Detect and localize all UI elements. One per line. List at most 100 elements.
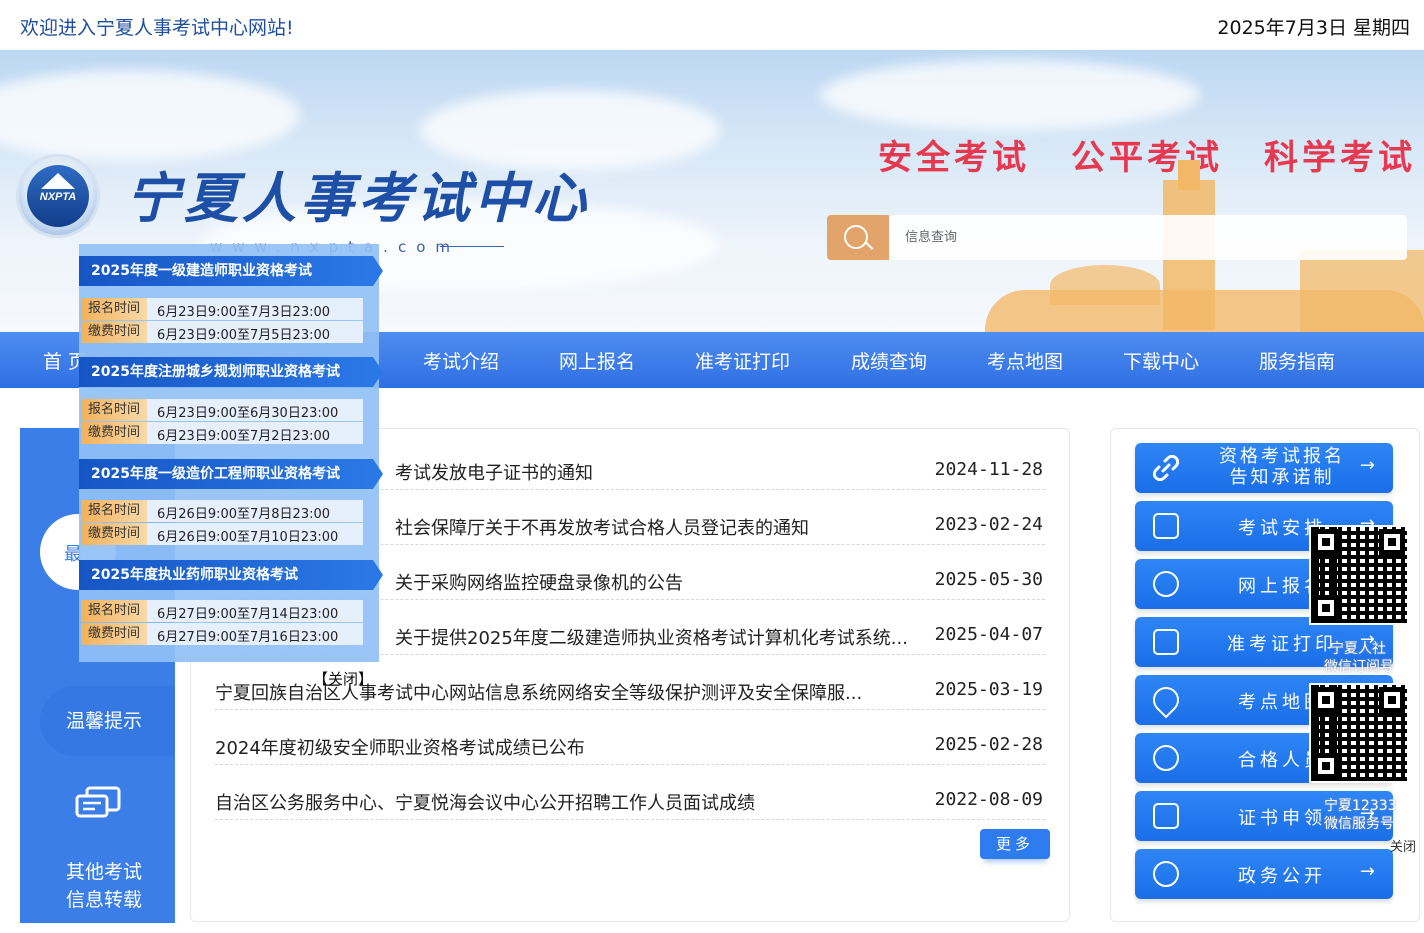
dome-illustration [1050,265,1160,305]
registration-label: 报名时间 [81,399,147,421]
registration-time: 6月23日9:00至7月3日23:00 [157,305,331,320]
qr-finder [1379,687,1405,713]
exam-title[interactable]: 2025年度一级造价工程师职业资格考试 [79,459,383,489]
qr-caption-subscription-line2: 微信订阅号 [1324,659,1394,675]
arrow-right-icon: → [1359,455,1375,476]
logo-roof-shape [41,173,75,189]
search-button[interactable] [827,215,889,260]
qr-code-wechat-subscription[interactable] [1309,525,1409,625]
registration-label: 报名时间 [81,298,147,320]
news-date: 2025-05-30 [934,569,1043,590]
news-date: 2022-08-09 [934,789,1043,810]
news-title: 考试发放电子证书的通知 [395,463,593,484]
qr-close-button[interactable]: 关闭 [1390,836,1416,855]
tab-other-exams-line2: 信息转载 [66,889,143,911]
nav-service-guide[interactable]: 服务指南 [1259,347,1335,374]
slogan-science: 科学考试 [1264,138,1416,178]
qr-code-wechat-service[interactable] [1309,683,1409,783]
news-date: 2025-02-28 [934,734,1043,755]
search-icon-handle [865,242,874,250]
refresh-document-icon [1153,861,1179,887]
tower-top-illustration [1178,160,1200,190]
qr-finder [1313,529,1339,555]
quick-link-label-line1: 资格考试报名 [1219,446,1345,467]
quick-link-government-affairs[interactable]: 政务公开 → [1135,849,1393,899]
exam-title[interactable]: 2025年度一级建造师职业资格考试 [79,256,383,286]
quick-link-registration-commitment[interactable]: 资格考试报名 告知承诺制 → [1135,443,1393,493]
top-bar: 欢迎进入宁夏人事考试中心网站! 2025年7月3日 星期四 [0,0,1424,50]
payment-time: 6月23日9:00至7月5日23:00 [157,328,331,343]
nav-download-center[interactable]: 下载中心 [1123,347,1199,374]
search-icon [844,225,868,249]
printer-icon [1153,629,1179,655]
exam-registration-row: 报名时间 6月27日9:00至7月14日23:00 [81,600,363,622]
url-divider [440,246,504,247]
news-title: 关于提供2025年度二级建造师执业资格考试计算机化考试系统... [395,628,908,649]
logo-emblem: NXPTA [27,165,89,227]
tab-other-exams[interactable]: 其他考试 信息转载 [66,858,142,914]
add-user-icon [1153,571,1179,597]
news-title: 关于采购网络监控硬盘录像机的公告 [395,573,683,594]
qr-finder [1313,753,1339,779]
qr-finder [1313,595,1339,621]
quick-link-label: 政务公开 [1238,866,1326,887]
exam-registration-row: 报名时间 6月26日9:00至7月8日23:00 [81,500,363,522]
message-icon [75,786,121,818]
more-button[interactable]: 更多 [980,829,1050,859]
registration-time: 6月27日9:00至7月14日23:00 [157,607,339,622]
news-item[interactable]: 自治区公务服务中心、宁夏悦海会议中心公开招聘工作人员面试成绩 2022-08-0… [215,765,1045,820]
welcome-text: 欢迎进入宁夏人事考试中心网站! [20,17,294,39]
exam-title[interactable]: 2025年度注册城乡规划师职业资格考试 [79,357,383,387]
exam-payment-row: 缴费时间 6月23日9:00至7月2日23:00 [81,422,363,444]
quick-link-label: 资格考试报名 告知承诺制 [1207,446,1357,488]
payment-time: 6月26日9:00至7月10日23:00 [157,530,339,545]
news-title: 自治区公务服务中心、宁夏悦海会议中心公开招聘工作人员面试成绩 [215,793,755,814]
tab-tips[interactable]: 温馨提示 [40,686,175,756]
news-title: 社会保障厅关于不再发放考试合格人员登记表的通知 [395,518,809,539]
quick-link-label-line2: 告知承诺制 [1229,467,1335,488]
cloud-decoration [820,60,1200,130]
certificate-icon [1153,803,1179,829]
payment-label: 缴费时间 [81,623,147,645]
nav-exam-site-map[interactable]: 考点地图 [987,347,1063,374]
registration-time: 6月23日9:00至6月30日23:00 [157,406,339,421]
current-date: 2025年7月3日 星期四 [1217,17,1410,39]
calendar-icon [1153,513,1179,539]
nav-admission-ticket[interactable]: 准考证打印 [695,347,790,374]
news-date: 2025-03-19 [934,679,1043,700]
link-icon [1153,455,1179,481]
news-title: 2024年度初级安全师职业资格考试成绩已公布 [215,738,585,759]
location-pin-icon [1147,681,1185,719]
exam-payment-row: 缴费时间 6月27日9:00至7月16日23:00 [81,623,363,645]
cloud-decoration [0,70,300,160]
search-input[interactable] [889,215,1407,260]
building-right-illustration [1300,250,1424,332]
exam-notice-popup: 2025年度一级建造师职业资格考试 报名时间 6月23日9:00至7月3日23:… [79,244,383,662]
slogan-safety: 安全考试 [878,138,1030,178]
tab-other-exams-line1: 其他考试 [66,861,143,883]
user-check-icon [1153,745,1179,771]
site-title: 宁夏人事考试中心 [126,166,590,230]
tab-tips-label: 温馨提示 [66,710,143,732]
nav-exam-intro[interactable]: 考试介绍 [423,347,499,374]
payment-time: 6月23日9:00至7月2日23:00 [157,429,331,444]
exam-title[interactable]: 2025年度执业药师职业资格考试 [79,560,383,590]
slogan-fairness: 公平考试 [1071,138,1223,178]
exam-payment-row: 缴费时间 6月26日9:00至7月10日23:00 [81,523,363,545]
logo-text: NXPTA [39,191,77,203]
news-item[interactable]: 2024年度初级安全师职业资格考试成绩已公布 2025-02-28 [215,710,1045,765]
registration-time: 6月26日9:00至7月8日23:00 [157,507,331,522]
popup-close-button[interactable]: 【关闭】 [313,668,373,689]
exam-registration-row: 报名时间 6月23日9:00至7月3日23:00 [81,298,363,320]
news-date: 2025-04-07 [934,624,1043,645]
nav-online-registration[interactable]: 网上报名 [559,347,635,374]
qr-finder [1379,529,1405,555]
arrow-right-icon: → [1359,861,1375,882]
registration-label: 报名时间 [81,500,147,522]
news-date: 2024-11-28 [934,459,1043,480]
payment-label: 缴费时间 [81,422,147,444]
payment-label: 缴费时间 [81,321,147,343]
nav-score-query[interactable]: 成绩查询 [851,347,927,374]
exam-payment-row: 缴费时间 6月23日9:00至7月5日23:00 [81,321,363,343]
site-logo[interactable]: NXPTA [16,154,100,238]
